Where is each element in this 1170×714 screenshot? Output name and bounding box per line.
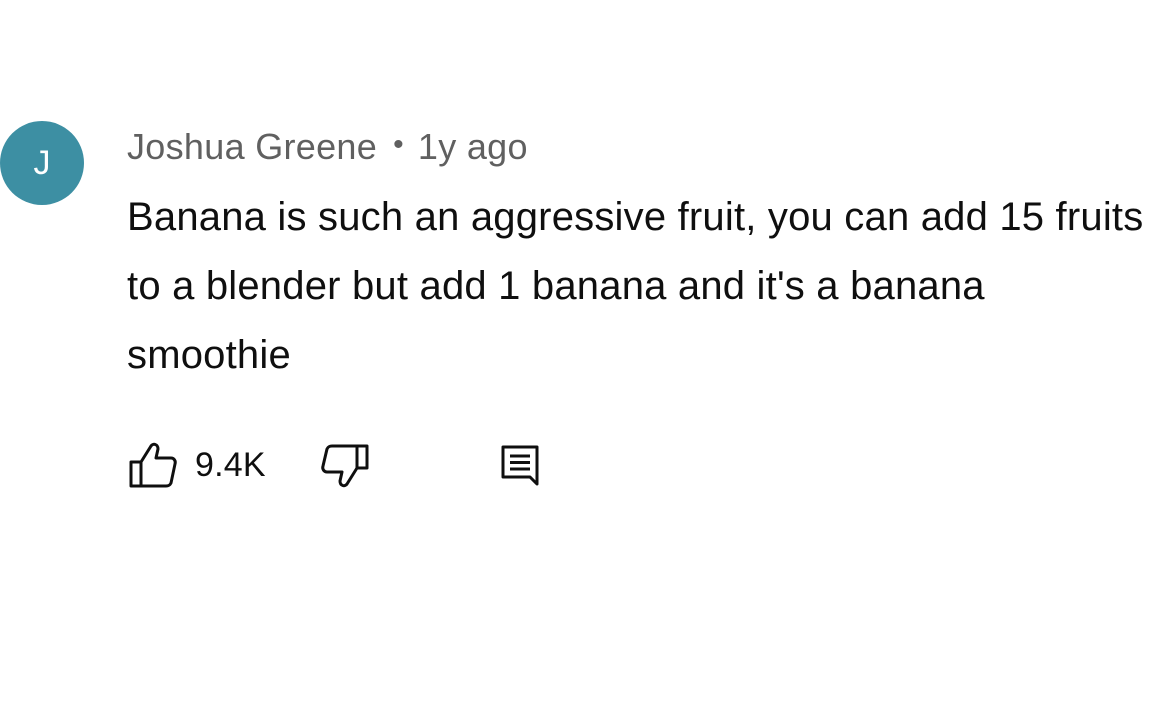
thumbs-up-icon: [127, 440, 179, 490]
comment-action-bar: 9.4K: [127, 440, 727, 490]
reply-button[interactable]: [499, 440, 543, 490]
thumbs-down-icon: [319, 440, 371, 490]
comment-thread-item: J Joshua Greene • 1y ago Banana is such …: [0, 0, 1170, 714]
meta-separator: •: [393, 128, 404, 161]
reply-comment-icon: [499, 440, 543, 490]
avatar-initial: J: [33, 143, 51, 182]
author-name[interactable]: Joshua Greene: [127, 126, 377, 168]
avatar[interactable]: J: [0, 121, 84, 205]
like-button[interactable]: 9.4K: [127, 440, 266, 490]
comment-text: Banana is such an aggressive fruit, you …: [127, 195, 1144, 377]
comment-timestamp: 1y ago: [417, 126, 528, 167]
like-count: 9.4K: [195, 445, 266, 484]
comment-header: Joshua Greene • 1y ago: [127, 122, 528, 172]
dislike-button[interactable]: [319, 440, 371, 490]
